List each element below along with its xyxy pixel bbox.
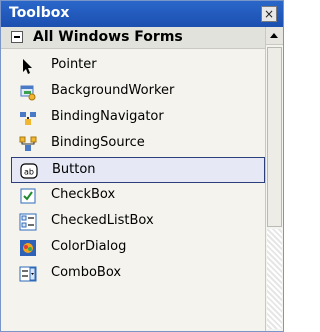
toolbox-item-bindingsource[interactable]: BindingSource — [11, 131, 265, 157]
item-label: BindingNavigator — [51, 109, 164, 124]
color-dialog-icon — [20, 240, 36, 256]
item-label: ComboBox — [51, 265, 122, 280]
category-header[interactable]: All Windows Forms — [1, 27, 265, 49]
close-icon: × — [263, 7, 275, 21]
pointer-icon — [23, 59, 32, 74]
toolbox-item-button[interactable]: ab Button — [11, 157, 265, 183]
toolbox-item-combobox[interactable]: ComboBox — [11, 261, 265, 287]
item-label: Button — [52, 162, 96, 177]
category-label: All Windows Forms — [33, 29, 183, 45]
scroll-track[interactable] — [267, 229, 282, 329]
toolbox-item-colordialog[interactable]: ColorDialog — [11, 235, 265, 261]
button-icon-text: ab — [24, 168, 34, 177]
toolbox-item-bindingnavigator[interactable]: BindingNavigator — [11, 105, 265, 131]
close-button[interactable]: × — [261, 6, 277, 22]
collapse-icon[interactable] — [11, 31, 23, 43]
vertical-scrollbar[interactable] — [265, 27, 283, 331]
item-label: ColorDialog — [51, 239, 127, 254]
toolbox-item-pointer[interactable]: Pointer — [11, 53, 265, 79]
binding-navigator-icon — [20, 112, 36, 125]
item-label: CheckedListBox — [51, 213, 154, 228]
background-worker-icon — [20, 85, 36, 101]
binding-source-icon — [19, 136, 37, 151]
toolbox-item-backgroundworker[interactable]: BackgroundWorker — [11, 79, 265, 105]
combobox-icon — [19, 266, 37, 282]
item-label: Pointer — [51, 57, 97, 72]
toolbox-item-checkedlistbox[interactable]: CheckedListBox — [11, 209, 265, 235]
toolbox-window: Toolbox × All Windows Forms Pointer Back… — [0, 0, 284, 332]
window-title: Toolbox — [9, 5, 70, 21]
toolbox-item-checkbox[interactable]: CheckBox — [11, 183, 265, 209]
checkbox-icon — [20, 188, 36, 204]
item-label: BindingSource — [51, 135, 145, 150]
toolbox-list: All Windows Forms Pointer BackgroundWork… — [1, 27, 265, 331]
item-label: CheckBox — [51, 187, 116, 202]
title-bar: Toolbox × — [1, 1, 283, 27]
checked-listbox-icon — [19, 213, 37, 231]
scroll-thumb[interactable] — [267, 47, 282, 227]
item-label: BackgroundWorker — [51, 83, 175, 98]
scroll-up-button[interactable] — [266, 27, 283, 45]
button-icon: ab — [20, 163, 38, 179]
